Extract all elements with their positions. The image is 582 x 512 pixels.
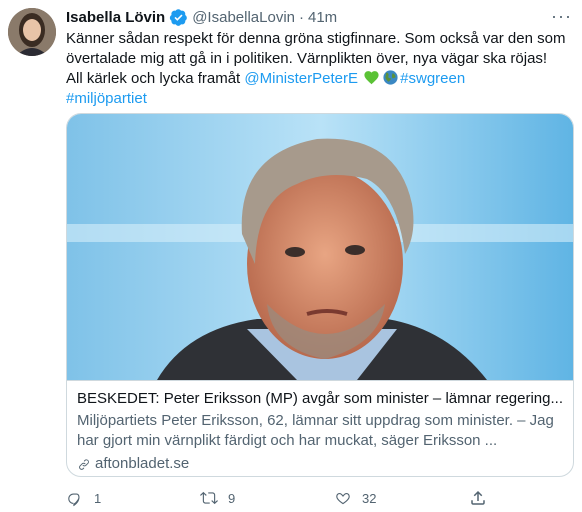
heart-icon	[336, 492, 350, 505]
retweet-count: 9	[228, 490, 236, 506]
link-icon	[79, 458, 89, 470]
globe-icon	[382, 69, 399, 86]
share-button[interactable]	[469, 488, 487, 508]
reply-button[interactable]: 1	[66, 488, 101, 508]
green-heart-icon	[363, 69, 380, 86]
link-card[interactable]: BESKEDET: Peter Eriksson (MP) avgår som …	[66, 113, 574, 477]
author-name[interactable]: Isabella Lövin	[66, 9, 165, 26]
mention-link[interactable]: @MinisterPeterE	[244, 70, 358, 87]
hashtag-miljopartiet[interactable]: #miljöpartiet	[66, 90, 147, 107]
like-count: 32	[362, 490, 377, 506]
share-icon	[471, 490, 485, 505]
timestamp[interactable]: 41m	[308, 9, 337, 26]
retweet-icon	[200, 491, 218, 505]
hashtag-swgreen[interactable]: #swgreen	[400, 70, 465, 87]
verified-badge-icon	[169, 8, 188, 27]
reply-count: 1	[94, 490, 102, 506]
card-domain: aftonbladet.se	[77, 454, 189, 474]
tweet[interactable]: Isabella Lövin @IsabellaLovin · 41m ··· …	[0, 0, 582, 512]
author-handle[interactable]: @IsabellaLovin	[192, 9, 295, 26]
action-bar: 1 9 32	[66, 488, 496, 512]
retweet-button[interactable]: 9	[200, 488, 235, 508]
more-options-icon[interactable]: ···	[551, 7, 572, 25]
tweet-text: Känner sådan respekt för denna gröna sti…	[66, 29, 566, 109]
card-domain-text: aftonbladet.se	[95, 455, 190, 472]
card-description: Miljöpartiets Peter Eriksson, 62, lämnar…	[77, 412, 554, 449]
card-body[interactable]: BESKEDET: Peter Eriksson (MP) avgår som …	[67, 380, 573, 472]
card-title: BESKEDET: Peter Eriksson (MP) avgår som …	[77, 390, 563, 407]
tweet-header: Isabella Lövin @IsabellaLovin · 41m ···	[66, 6, 572, 28]
separator: ·	[299, 8, 304, 26]
avatar[interactable]	[8, 8, 56, 56]
reply-icon	[68, 493, 80, 507]
like-button[interactable]: 32	[334, 488, 376, 508]
card-image[interactable]	[67, 114, 573, 380]
